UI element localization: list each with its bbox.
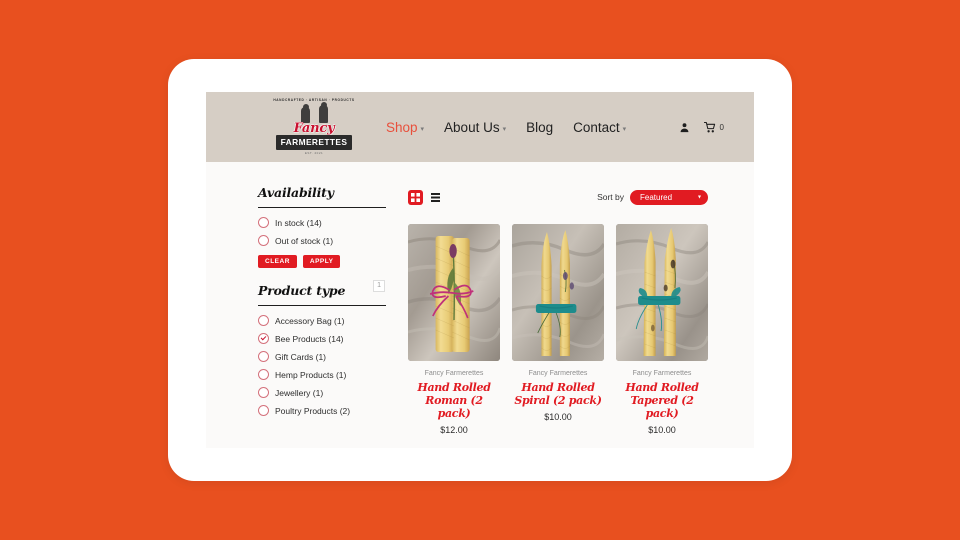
filter-option-label: In stock (14) — [275, 217, 322, 228]
chevron-down-icon: ▾ — [697, 194, 701, 201]
chevron-down-icon: ▾ — [622, 125, 627, 133]
filter-group-product-type: Product type 1 Accessory Bag (1) Bee Pro… — [258, 280, 386, 416]
filter-option-jewellery[interactable]: Jewellery (1) — [258, 387, 386, 398]
product-image-spiral[interactable] — [512, 224, 604, 361]
nav-item-about-us[interactable]: About Us ▾ — [444, 120, 506, 135]
logo-badge: Fancy FARMERETTES — [276, 101, 352, 150]
clear-filter-button[interactable]: CLEAR — [258, 255, 297, 268]
product-price: $10.00 — [544, 412, 572, 422]
checkbox-icon[interactable] — [258, 387, 269, 398]
nav-item-blog[interactable]: Blog — [526, 120, 553, 135]
product-meta: Fancy Farmerettes Hand Rolled Tapered (2… — [616, 361, 708, 435]
chevron-down-icon: ▾ — [420, 125, 425, 133]
filter-count-badge: 1 — [373, 280, 385, 292]
filter-options-availability: In stock (14) Out of stock (1) CLEAR APP… — [258, 217, 386, 268]
filter-actions-availability: CLEAR APPLY — [258, 255, 386, 268]
product-meta: Fancy Farmerettes Hand Rolled Spiral (2 … — [512, 361, 604, 422]
product-vendor: Fancy Farmerettes — [424, 370, 484, 377]
filter-option-gift-cards[interactable]: Gift Cards (1) — [258, 351, 386, 362]
nav-item-blog-label: Blog — [526, 119, 554, 135]
product-title[interactable]: Hand Rolled Roman (2 pack) — [408, 381, 500, 420]
filter-sidebar: Availability In stock (14) Out of stock … — [258, 184, 386, 435]
filter-option-hemp-products[interactable]: Hemp Products (1) — [258, 369, 386, 380]
product-card[interactable]: Fancy Farmerettes Hand Rolled Tapered (2… — [616, 224, 708, 435]
checkbox-icon[interactable] — [258, 315, 269, 326]
logo-est-text: EST. 2021 — [304, 150, 324, 155]
checkbox-icon[interactable] — [258, 217, 269, 228]
view-mode-toggles — [408, 189, 443, 205]
filter-option-label: Hemp Products (1) — [275, 369, 347, 380]
chevron-down-icon: ▾ — [502, 125, 507, 133]
product-card[interactable]: Fancy Farmerettes Hand Rolled Roman (2 p… — [408, 224, 500, 435]
filter-header-product-type: Product type 1 — [258, 280, 386, 306]
filter-group-availability: Availability In stock (14) Out of stock … — [258, 184, 386, 268]
nav-item-contact-label: Contact — [573, 119, 620, 135]
product-price: $10.00 — [648, 425, 676, 435]
filter-option-label: Out of stock (1) — [275, 235, 334, 246]
product-grid: Fancy Farmerettes Hand Rolled Roman (2 p… — [408, 224, 708, 435]
filter-option-label: Accessory Bag (1) — [275, 315, 345, 326]
checkbox-icon[interactable] — [258, 369, 269, 380]
filter-option-label: Poultry Products (2) — [275, 405, 351, 416]
grid-view-icon[interactable] — [408, 189, 423, 205]
logo-farmer-figures-icon — [299, 101, 329, 123]
cart-icon — [703, 121, 716, 133]
filter-option-label: Gift Cards (1) — [275, 351, 327, 362]
page-body: Availability In stock (14) Out of stock … — [206, 162, 754, 435]
sort-select-value: Featured — [640, 192, 673, 202]
apply-filter-button[interactable]: APPLY — [302, 255, 341, 268]
main-navigation: Shop ▾ About Us ▾ Blog Contact ▾ — [386, 120, 679, 135]
cart-button[interactable]: 0 — [703, 121, 724, 133]
filter-option-out-of-stock[interactable]: Out of stock (1) — [258, 235, 386, 246]
filter-option-label: Jewellery (1) — [275, 387, 324, 398]
list-view-icon[interactable] — [428, 190, 443, 205]
logo-bar-name: FARMERETTES — [276, 135, 352, 150]
nav-item-contact[interactable]: Contact ▾ — [573, 120, 626, 135]
logo-script-name: Fancy — [293, 121, 335, 137]
nav-item-about-us-label: About Us — [444, 119, 500, 135]
page-viewport: HANDCRAFTED · ARTISAN · PRODUCTS Fancy F… — [206, 92, 754, 448]
product-meta: Fancy Farmerettes Hand Rolled Roman (2 p… — [408, 361, 500, 435]
site-header: HANDCRAFTED · ARTISAN · PRODUCTS Fancy F… — [206, 92, 754, 162]
browser-device-frame: HANDCRAFTED · ARTISAN · PRODUCTS Fancy F… — [168, 59, 792, 481]
sort-select[interactable]: Featured ▾ — [630, 189, 708, 205]
checkbox-checked-icon[interactable] — [258, 333, 269, 344]
product-title[interactable]: Hand Rolled Tapered (2 pack) — [616, 381, 708, 420]
product-vendor: Fancy Farmerettes — [528, 370, 588, 377]
filter-title-availability: Availability — [258, 185, 334, 200]
product-card[interactable]: Fancy Farmerettes Hand Rolled Spiral (2 … — [512, 224, 604, 435]
filter-title-product-type: Product type — [258, 283, 346, 298]
product-vendor: Fancy Farmerettes — [632, 370, 692, 377]
nav-item-shop[interactable]: Shop ▾ — [386, 120, 424, 135]
nav-item-shop-label: Shop — [386, 119, 418, 135]
product-image-tapered[interactable] — [616, 224, 708, 361]
checkbox-icon[interactable] — [258, 351, 269, 362]
product-title[interactable]: Hand Rolled Spiral (2 pack) — [512, 381, 604, 407]
filter-option-accessory-bag[interactable]: Accessory Bag (1) — [258, 315, 386, 326]
sort-control: Sort by Featured ▾ — [597, 189, 708, 205]
filter-option-label: Bee Products (14) — [275, 333, 344, 344]
sort-by-label: Sort by — [597, 192, 624, 202]
filter-option-poultry-products[interactable]: Poultry Products (2) — [258, 405, 386, 416]
filter-options-product-type: Accessory Bag (1) Bee Products (14) Gift… — [258, 315, 386, 416]
logo-arc-text: HANDCRAFTED · ARTISAN · PRODUCTS — [273, 98, 355, 103]
checkbox-icon[interactable] — [258, 235, 269, 246]
site-logo[interactable]: HANDCRAFTED · ARTISAN · PRODUCTS Fancy F… — [266, 98, 362, 155]
filter-header-availability: Availability — [258, 184, 386, 208]
checkbox-icon[interactable] — [258, 405, 269, 416]
cart-count-badge: 0 — [719, 122, 724, 132]
product-price: $12.00 — [440, 425, 468, 435]
header-actions: 0 — [679, 121, 724, 133]
filter-option-bee-products[interactable]: Bee Products (14) — [258, 333, 386, 344]
product-toolbar: Sort by Featured ▾ — [408, 184, 708, 210]
product-listing: Sort by Featured ▾ Fancy Farmerettes Han… — [408, 184, 708, 435]
filter-option-in-stock[interactable]: In stock (14) — [258, 217, 386, 228]
product-image-roman[interactable] — [408, 224, 500, 361]
person-icon[interactable] — [679, 122, 690, 133]
